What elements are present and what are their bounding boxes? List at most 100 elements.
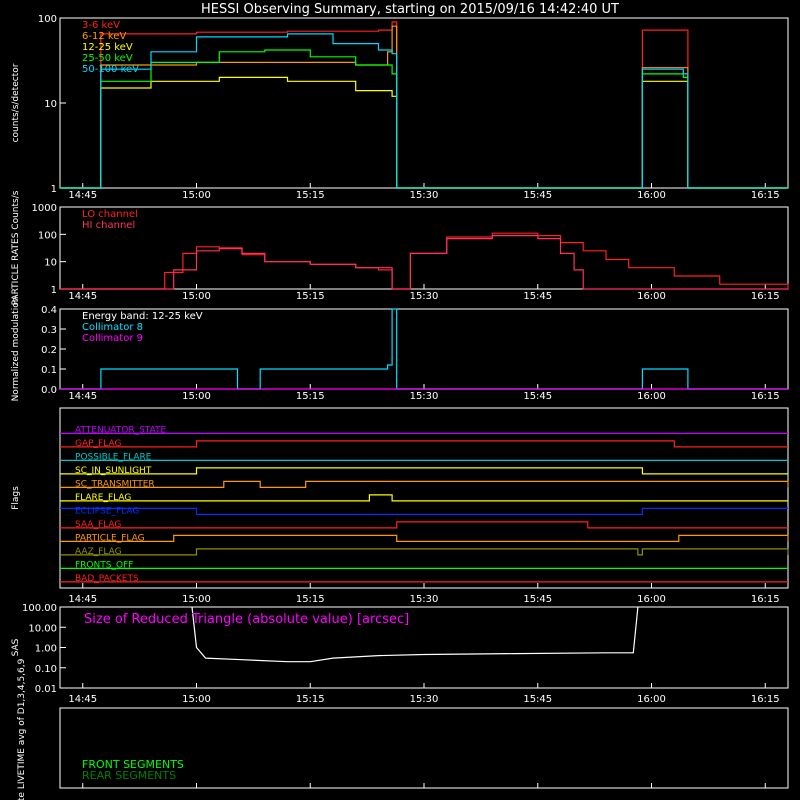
x-tick-label: 16:00 bbox=[637, 694, 666, 705]
x-tick-label: 15:15 bbox=[296, 391, 325, 402]
flag-line bbox=[60, 548, 789, 556]
series-line bbox=[60, 232, 789, 290]
x-tick-label: 15:30 bbox=[410, 694, 439, 705]
legend-entry: 3-6 keV bbox=[82, 20, 120, 31]
x-tick-label: 15:15 bbox=[296, 694, 325, 705]
y-axis-label: Normalized modulation bbox=[11, 297, 21, 402]
y-axis-label: Flags bbox=[11, 486, 21, 510]
y-tick-label: 0.4 bbox=[41, 305, 57, 316]
y-tick-label: 1 bbox=[51, 285, 57, 296]
flag-line bbox=[60, 534, 789, 542]
y-axis-label: counts/s/detector bbox=[11, 63, 21, 142]
flag-label: FRONTS_OFF bbox=[75, 560, 133, 570]
x-tick-label: 14:45 bbox=[68, 391, 97, 402]
y-tick-label: 1.00 bbox=[35, 644, 57, 655]
y-tick-label: 1000 bbox=[32, 203, 57, 214]
x-tick-label: 16:15 bbox=[751, 190, 780, 201]
flag-line bbox=[60, 507, 788, 515]
panel-frame bbox=[59, 17, 789, 189]
flag-line bbox=[60, 467, 788, 475]
flag-label: SC_IN_SUNLIGHT bbox=[75, 466, 152, 476]
x-tick-label: 15:45 bbox=[523, 391, 552, 402]
x-tick-label: 16:15 bbox=[751, 391, 780, 402]
series-line bbox=[60, 76, 788, 189]
panel-frame bbox=[59, 206, 789, 290]
y-tick-label: 10 bbox=[44, 99, 57, 110]
panel-annotation: Size of Reduced Triangle (absolute value… bbox=[84, 612, 409, 627]
x-tick-label: 15:30 bbox=[410, 391, 439, 402]
x-tick-label: 14:45 bbox=[68, 291, 97, 302]
x-tick-label: 16:00 bbox=[637, 391, 666, 402]
legend-entry: Collimator 8 bbox=[82, 322, 143, 333]
x-tick-label: 16:15 bbox=[751, 694, 780, 705]
hessi-summary-plot: HESSI Observing Summary, starting on 201… bbox=[11, 2, 789, 800]
legend-entry: Collimator 9 bbox=[82, 333, 143, 344]
x-tick-label: 15:00 bbox=[182, 291, 211, 302]
panels: counts/s/detector11010014:45 15:00 15:15 15… bbox=[11, 14, 789, 800]
x-tick-label: 15:45 bbox=[523, 190, 552, 201]
x-tick-label: 16:00 bbox=[637, 594, 666, 605]
y-tick-label: 100 bbox=[38, 230, 57, 241]
y-tick-label: 0.0 bbox=[41, 385, 57, 396]
x-tick-label: 15:00 bbox=[182, 594, 211, 605]
flag-label: ATTENUATOR_STATE bbox=[75, 425, 167, 435]
x-tick-label: 15:00 bbox=[182, 391, 211, 402]
flag-line bbox=[60, 494, 788, 502]
flag-label: BAD_PACKETS bbox=[75, 574, 139, 584]
flag-label: SC_TRANSMITTER bbox=[75, 479, 155, 489]
y-axis-label: PARTICLE RATES Counts/s bbox=[11, 190, 21, 305]
legend-entry: REAR SEGMENTS bbox=[82, 769, 176, 782]
flag-label: ECLIPSE_FLAG bbox=[75, 506, 139, 516]
series-line bbox=[60, 235, 788, 290]
flag-label: SAA_FLAG bbox=[75, 520, 121, 530]
x-tick-label: 16:00 bbox=[637, 291, 666, 302]
legend-entry: HI channel bbox=[82, 220, 135, 231]
x-tick-label: 15:30 bbox=[410, 594, 439, 605]
x-tick-label: 14:45 bbox=[68, 190, 97, 201]
x-tick-label: 16:15 bbox=[751, 594, 780, 605]
flag-label: FLARE_FLAG bbox=[75, 493, 131, 503]
y-tick-label: 0.01 bbox=[35, 684, 57, 695]
flag-line bbox=[60, 440, 788, 448]
y-tick-label: 0.1 bbox=[41, 365, 57, 376]
legend-entry: 25-50 keV bbox=[82, 53, 133, 64]
legend-entry: LO channel bbox=[82, 209, 138, 220]
x-tick-label: 15:15 bbox=[296, 291, 325, 302]
y-tick-label: 10.00 bbox=[28, 623, 57, 634]
y-tick-label: 100 bbox=[38, 14, 57, 25]
x-tick-label: 15:30 bbox=[410, 291, 439, 302]
x-tick-label: 16:15 bbox=[751, 291, 780, 302]
flag-label: PARTICLE_FLAG bbox=[75, 533, 145, 543]
x-tick-label: 15:30 bbox=[410, 190, 439, 201]
series-line bbox=[60, 33, 788, 189]
series-line bbox=[60, 25, 788, 189]
x-tick-label: 15:45 bbox=[523, 694, 552, 705]
x-tick-label: 14:45 bbox=[68, 594, 97, 605]
x-tick-label: 15:15 bbox=[296, 594, 325, 605]
x-tick-label: 15:00 bbox=[182, 190, 211, 201]
flag-label: GAP_FLAG bbox=[75, 439, 121, 449]
panel-frame bbox=[59, 407, 789, 589]
y-tick-label: 0.3 bbox=[41, 325, 57, 336]
legend-entry: 12-25 keV bbox=[82, 42, 133, 53]
x-tick-label: 15:15 bbox=[296, 190, 325, 201]
y-axis-label: Mon. Rate LIVETIME avg of D1,3,4,5,6,9 bbox=[17, 658, 27, 800]
x-tick-label: 15:45 bbox=[523, 291, 552, 302]
y-tick-label: 10 bbox=[44, 258, 57, 269]
x-tick-label: 15:45 bbox=[523, 594, 552, 605]
x-tick-label: 15:00 bbox=[182, 694, 211, 705]
flag-line bbox=[60, 480, 789, 488]
flag-label: AAZ_FLAG bbox=[75, 547, 122, 557]
y-tick-label: 0.2 bbox=[41, 345, 57, 356]
panel-annotation: Energy band: 12-25 keV bbox=[82, 311, 203, 322]
x-tick-label: 16:00 bbox=[637, 190, 666, 201]
chart-title: HESSI Observing Summary, starting on 201… bbox=[201, 2, 619, 17]
x-tick-label: 14:45 bbox=[68, 694, 97, 705]
legend-entry: 6-12 keV bbox=[82, 31, 126, 42]
legend-entry: 50-100 keV bbox=[82, 64, 139, 75]
flag-line bbox=[60, 521, 788, 529]
series-line bbox=[60, 49, 788, 189]
y-tick-label: 1 bbox=[51, 184, 57, 195]
y-tick-label: 0.10 bbox=[35, 664, 57, 675]
flag-label: POSSIBLE_FLARE bbox=[75, 452, 152, 462]
